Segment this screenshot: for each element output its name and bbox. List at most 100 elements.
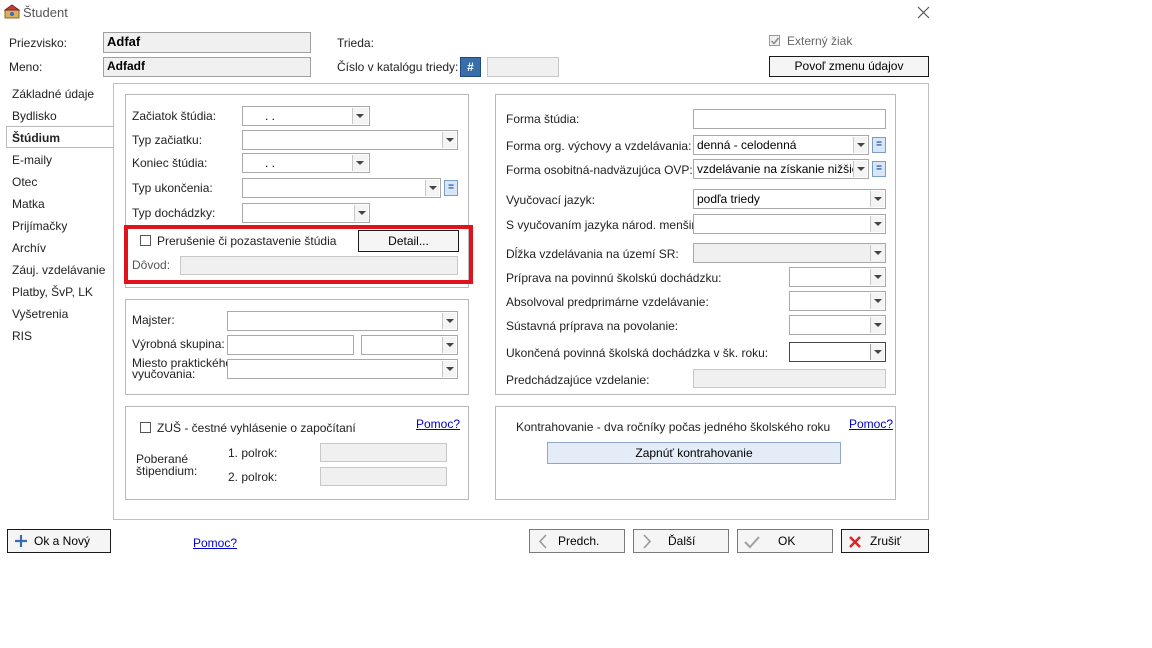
sidebar-item-studium[interactable]: Štúdium (12, 131, 60, 145)
typ-zaciatku-select[interactable] (242, 130, 458, 150)
majster-label: Majster: (132, 313, 175, 327)
dalsi-button[interactable]: Ďalší (633, 529, 729, 553)
katalog-field[interactable] (487, 57, 559, 77)
predch-label: Predch. (558, 534, 600, 548)
check-icon (770, 37, 780, 45)
katalog-label: Číslo v katalógu triedy: (337, 60, 459, 74)
sidebar-item-archiv[interactable]: Archív (12, 241, 46, 255)
forma-ovp-equals-button[interactable]: = (872, 161, 886, 177)
dlzka-select[interactable] (693, 243, 886, 263)
chevron-right-icon (643, 534, 652, 549)
koniec-date-field[interactable]: . . (242, 153, 370, 173)
sidebar-item-ris[interactable]: RIS (12, 329, 32, 343)
forma-ovp-value: vzdelávanie na získanie nižšieh (697, 162, 866, 176)
zapnut-kontrahovanie-button[interactable]: Zapnúť kontrahovanie (547, 442, 841, 464)
ok-button[interactable]: OK (737, 529, 833, 553)
chevron-down-icon[interactable] (442, 313, 456, 329)
sustavna-select[interactable] (789, 315, 886, 335)
zaciatok-date-value: . . (265, 109, 276, 123)
footer-pomoc-link[interactable]: Pomoc? (193, 536, 237, 550)
vyrobna-field[interactable] (227, 335, 354, 355)
sidebar-item-bydlisko[interactable]: Bydlisko (12, 109, 57, 123)
ukoncena-select[interactable] (789, 342, 886, 362)
jazyk-select[interactable]: podľa triedy (693, 189, 886, 209)
sidebar-item-zauj-vzdelavanie[interactable]: Záuj. vzdelávanie (12, 263, 105, 277)
meno-field[interactable]: Adfadf (103, 57, 311, 77)
student-dialog: Študent Priezvisko: Adfaf Meno: Adfadf T… (0, 0, 936, 556)
detail-button[interactable]: Detail... (358, 230, 459, 252)
dovod-field[interactable] (180, 256, 458, 275)
chevron-down-icon[interactable] (352, 155, 368, 171)
chevron-down-icon[interactable] (442, 132, 456, 148)
sidebar-item-platby[interactable]: Platby, ŠvP, LK (12, 285, 93, 299)
checkmark-icon (744, 536, 760, 549)
polrok2-field[interactable] (320, 467, 447, 486)
prerusenie-label: Prerušenie či pozastavenie štúdia (157, 234, 337, 248)
zus-label: ZUŠ - čestné vyhlásenie o započítaní (157, 421, 356, 435)
chevron-down-icon[interactable] (425, 180, 439, 196)
priprava-select[interactable] (789, 267, 886, 287)
zrusit-button[interactable]: Zrušiť (841, 529, 929, 553)
close-icon[interactable] (917, 6, 930, 19)
forma-org-equals-button[interactable]: = (872, 137, 886, 153)
title-bar: Študent (0, 0, 936, 24)
ok-a-novy-label: Ok a Nový (34, 534, 91, 548)
zrusit-label: Zrušiť (870, 534, 902, 548)
trieda-label: Trieda: (337, 36, 374, 50)
absolvoval-select[interactable] (789, 291, 886, 311)
katalog-hash-button[interactable]: # (460, 57, 481, 77)
chevron-left-icon (538, 534, 547, 549)
miesto-select[interactable] (227, 359, 458, 379)
typ-ukoncenia-label: Typ ukončenia: (132, 181, 213, 195)
chevron-down-icon[interactable] (853, 137, 867, 153)
chevron-down-icon[interactable] (354, 205, 368, 221)
chevron-down-icon[interactable] (870, 191, 884, 207)
chevron-down-icon[interactable] (870, 269, 884, 285)
predchadzajuce-field[interactable] (693, 369, 886, 388)
window-title: Študent (23, 5, 68, 20)
jazyk-label: Vyučovací jazyk: (506, 193, 595, 207)
povol-zmenu-button[interactable]: Povoľ zmenu údajov (769, 56, 929, 77)
sidebar-item-otec[interactable]: Otec (12, 175, 37, 189)
zus-checkbox[interactable] (140, 422, 151, 433)
forma-ovp-select[interactable]: vzdelávanie na získanie nižšieh (693, 159, 869, 179)
vyrobna-label: Výrobná skupina: (132, 337, 225, 351)
predch-button[interactable]: Predch. (529, 529, 625, 553)
chevron-down-icon[interactable] (870, 317, 884, 333)
forma-ovp-label: Forma osobitná-nadväzujúca OVP: (506, 163, 693, 177)
chevron-down-icon[interactable] (870, 293, 884, 309)
vyrobna-select[interactable] (361, 335, 458, 355)
forma-org-select[interactable]: denná - celodenná (693, 135, 869, 155)
externy-checkbox[interactable] (769, 35, 780, 46)
priprava-label: Príprava na povinnú školskú dochádzku: (506, 271, 722, 285)
priezvisko-field[interactable]: Adfaf (103, 32, 311, 53)
miesto-label-line2: vyučovania: (132, 367, 196, 381)
typ-ukoncenia-equals-button[interactable]: = (444, 180, 458, 196)
mensiny-select[interactable] (693, 214, 886, 234)
zus-pomoc-link[interactable]: Pomoc? (416, 417, 460, 431)
zaciatok-date-field[interactable]: . . (242, 106, 370, 126)
sidebar-item-vysetrenia[interactable]: Vyšetrenia (12, 307, 68, 321)
predchadzajuce-label: Predchádzajúce vzdelanie: (506, 373, 650, 387)
chevron-down-icon[interactable] (853, 161, 867, 177)
chevron-down-icon[interactable] (870, 245, 884, 261)
majster-select[interactable] (227, 311, 458, 331)
dlzka-label: Dĺžka vzdelávania na území SR: (506, 247, 679, 261)
sidebar-item-zakladne-udaje[interactable]: Základné údaje (12, 87, 94, 101)
ukoncena-label: Ukončená povinná školská dochádzka v šk.… (506, 346, 769, 360)
chevron-down-icon[interactable] (442, 337, 456, 353)
chevron-down-icon[interactable] (352, 108, 368, 124)
sidebar-item-prijimacky[interactable]: Prijímačky (12, 219, 67, 233)
chevron-down-icon[interactable] (870, 344, 884, 360)
polrok1-field[interactable] (320, 443, 447, 462)
typ-dochadzky-select[interactable] (242, 203, 370, 223)
sidebar-item-matka[interactable]: Matka (12, 197, 45, 211)
chevron-down-icon[interactable] (870, 216, 884, 232)
ok-a-novy-button[interactable]: Ok a Nový (7, 529, 111, 553)
sidebar-item-emaily[interactable]: E-maily (12, 153, 52, 167)
typ-ukoncenia-select[interactable] (242, 178, 441, 198)
forma-studia-field[interactable] (693, 109, 886, 129)
prerusenie-checkbox[interactable] (140, 235, 151, 246)
chevron-down-icon[interactable] (442, 361, 456, 377)
kontrahovanie-pomoc-link[interactable]: Pomoc? (849, 417, 893, 431)
